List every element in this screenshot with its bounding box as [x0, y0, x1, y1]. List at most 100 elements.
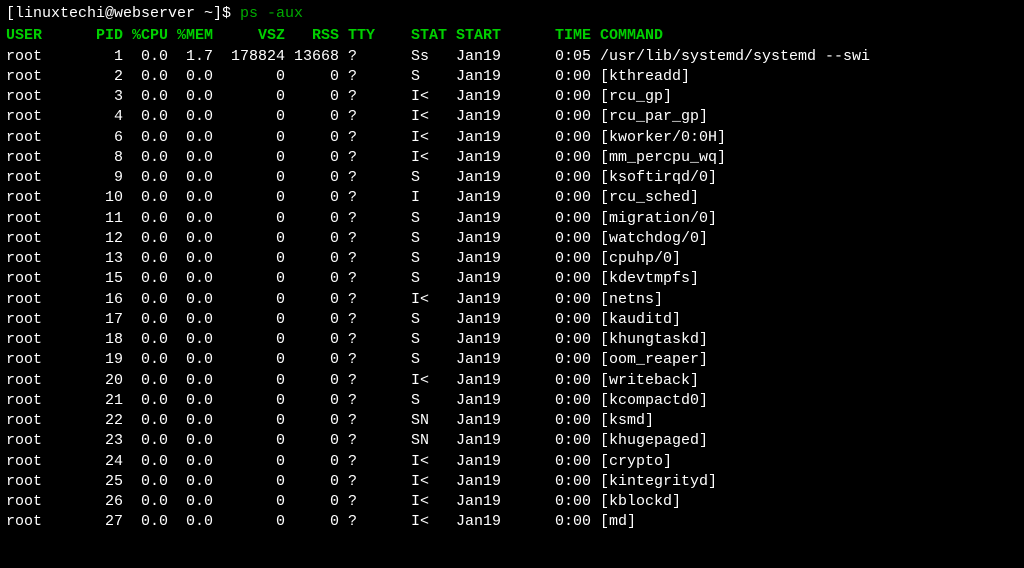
cell-pid: 1	[51, 47, 123, 67]
table-row: root10.01.717882413668?SsJan190:05/usr/l…	[6, 47, 1018, 67]
cell-time: 0:00	[510, 472, 591, 492]
cell-command: [md]	[591, 512, 636, 532]
cell-cpu: 0.0	[123, 249, 168, 269]
cell-start: Jan19	[456, 188, 510, 208]
cell-time: 0:00	[510, 188, 591, 208]
cell-pid: 4	[51, 107, 123, 127]
cell-command: [cpuhp/0]	[591, 249, 681, 269]
hdr-start: START	[456, 26, 510, 46]
hdr-mem: %MEM	[168, 26, 213, 46]
cell-vsz: 0	[213, 107, 285, 127]
cell-cpu: 0.0	[123, 87, 168, 107]
cell-stat: I<	[375, 148, 456, 168]
cell-time: 0:00	[510, 249, 591, 269]
cell-cpu: 0.0	[123, 107, 168, 127]
hdr-command: COMMAND	[591, 26, 663, 46]
cell-time: 0:00	[510, 107, 591, 127]
prompt-command[interactable]: ps -aux	[240, 5, 303, 22]
cell-start: Jan19	[456, 290, 510, 310]
cell-stat: I<	[375, 371, 456, 391]
table-row: root110.00.000?SJan190:00[migration/0]	[6, 209, 1018, 229]
cell-time: 0:00	[510, 290, 591, 310]
cell-mem: 0.0	[168, 391, 213, 411]
cell-rss: 0	[285, 371, 339, 391]
hdr-pid: PID	[51, 26, 123, 46]
cell-start: Jan19	[456, 472, 510, 492]
cell-command: [rcu_gp]	[591, 87, 672, 107]
cell-stat: I	[375, 188, 456, 208]
cell-tty: ?	[339, 290, 375, 310]
cell-mem: 0.0	[168, 168, 213, 188]
cell-time: 0:00	[510, 411, 591, 431]
cell-user: root	[6, 188, 51, 208]
cell-command: [netns]	[591, 290, 663, 310]
cell-vsz: 0	[213, 188, 285, 208]
cell-pid: 2	[51, 67, 123, 87]
cell-rss: 0	[285, 87, 339, 107]
cell-stat: Ss	[375, 47, 456, 67]
cell-rss: 0	[285, 411, 339, 431]
cell-cpu: 0.0	[123, 229, 168, 249]
table-row: root100.00.000?IJan190:00[rcu_sched]	[6, 188, 1018, 208]
table-row: root160.00.000?I<Jan190:00[netns]	[6, 290, 1018, 310]
cell-rss: 0	[285, 128, 339, 148]
cell-pid: 8	[51, 148, 123, 168]
table-row: root170.00.000?SJan190:00[kauditd]	[6, 310, 1018, 330]
cell-stat: S	[375, 249, 456, 269]
cell-mem: 0.0	[168, 452, 213, 472]
cell-stat: S	[375, 391, 456, 411]
cell-time: 0:00	[510, 168, 591, 188]
table-row: root260.00.000?I<Jan190:00[kblockd]	[6, 492, 1018, 512]
cell-stat: S	[375, 350, 456, 370]
cell-start: Jan19	[456, 128, 510, 148]
cell-tty: ?	[339, 128, 375, 148]
cell-tty: ?	[339, 371, 375, 391]
cell-start: Jan19	[456, 107, 510, 127]
cell-vsz: 0	[213, 229, 285, 249]
cell-rss: 0	[285, 290, 339, 310]
cell-rss: 0	[285, 249, 339, 269]
cell-command: [kthreadd]	[591, 67, 690, 87]
hdr-cpu: %CPU	[123, 26, 168, 46]
cell-cpu: 0.0	[123, 310, 168, 330]
cell-command: [kworker/0:0H]	[591, 128, 726, 148]
table-row: root80.00.000?I<Jan190:00[mm_percpu_wq]	[6, 148, 1018, 168]
cell-vsz: 0	[213, 492, 285, 512]
table-row: root30.00.000?I<Jan190:00[rcu_gp]	[6, 87, 1018, 107]
cell-start: Jan19	[456, 209, 510, 229]
cell-cpu: 0.0	[123, 188, 168, 208]
cell-rss: 0	[285, 492, 339, 512]
cell-pid: 18	[51, 330, 123, 350]
cell-time: 0:00	[510, 269, 591, 289]
cell-mem: 0.0	[168, 67, 213, 87]
cell-cpu: 0.0	[123, 67, 168, 87]
cell-rss: 0	[285, 209, 339, 229]
cell-tty: ?	[339, 67, 375, 87]
cell-rss: 0	[285, 452, 339, 472]
cell-user: root	[6, 269, 51, 289]
cell-stat: S	[375, 168, 456, 188]
cell-command: [ksoftirqd/0]	[591, 168, 717, 188]
cell-stat: S	[375, 229, 456, 249]
cell-pid: 3	[51, 87, 123, 107]
cell-time: 0:00	[510, 330, 591, 350]
cell-rss: 0	[285, 472, 339, 492]
cell-time: 0:05	[510, 47, 591, 67]
cell-cpu: 0.0	[123, 431, 168, 451]
cell-tty: ?	[339, 512, 375, 532]
cell-time: 0:00	[510, 391, 591, 411]
cell-mem: 1.7	[168, 47, 213, 67]
cell-command: [oom_reaper]	[591, 350, 708, 370]
cell-user: root	[6, 249, 51, 269]
cell-cpu: 0.0	[123, 472, 168, 492]
cell-command: [kblockd]	[591, 492, 681, 512]
cell-pid: 9	[51, 168, 123, 188]
table-row: root130.00.000?SJan190:00[cpuhp/0]	[6, 249, 1018, 269]
table-row: root180.00.000?SJan190:00[khungtaskd]	[6, 330, 1018, 350]
cell-rss: 0	[285, 431, 339, 451]
cell-pid: 23	[51, 431, 123, 451]
cell-start: Jan19	[456, 330, 510, 350]
cell-tty: ?	[339, 168, 375, 188]
cell-user: root	[6, 371, 51, 391]
cell-user: root	[6, 47, 51, 67]
